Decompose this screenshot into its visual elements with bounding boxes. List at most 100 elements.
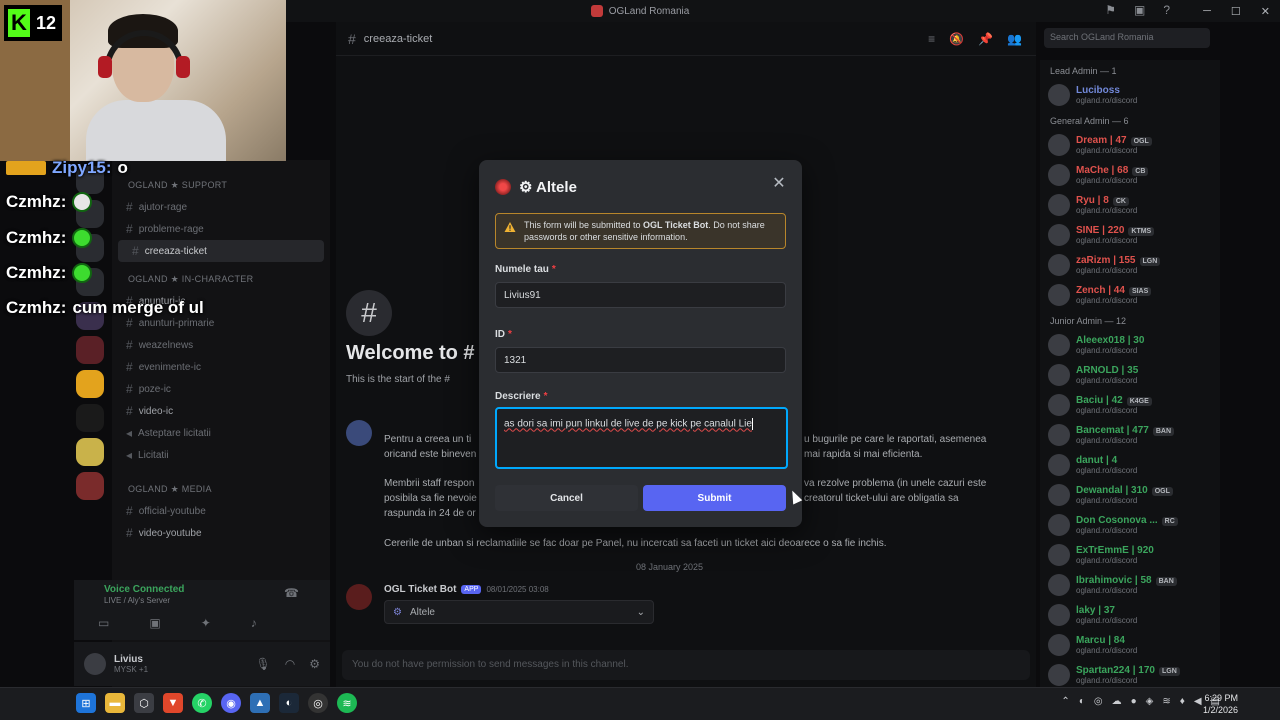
member-row[interactable]: zaRizm | 155 LGN ogland.ro/discord [1040,250,1220,280]
steam-tray-icon[interactable]: ◐ [1079,696,1085,707]
member-name-text: Ryu | 8 [1076,195,1109,206]
member-row[interactable]: Luciboss ogland.ro/discord [1040,80,1220,110]
channel-probleme-rage[interactable]: # probleme-rage [112,218,330,240]
submit-button[interactable]: Submit [643,485,786,511]
member-name: ARNOLD | 35 [1076,365,1138,376]
member-name-text: Aleeex018 | 30 [1076,335,1145,346]
member-row[interactable]: Marcu | 84 ogland.ro/discord [1040,630,1220,660]
app-icon[interactable]: ⬡ [134,693,154,713]
pin-icon[interactable]: 📌 [978,32,993,46]
member-row[interactable]: Ryu | 8 CK ogland.ro/discord [1040,190,1220,220]
hash-icon: # [126,504,133,518]
description-textarea[interactable]: as dori sa imi pun linkul de live de pe … [495,407,788,469]
member-status: ogland.ro/discord [1076,646,1138,655]
category-media[interactable]: OGLAND ★ MEDIA [112,480,330,500]
help-icon[interactable]: ? [1163,3,1170,17]
member-row[interactable]: Don Cosonova ... RC ogland.ro/discord [1040,510,1220,540]
maximize-button[interactable]: ☐ [1231,5,1241,18]
volume-icon[interactable]: ◀ [1194,696,1202,707]
member-status: ogland.ro/discord [1076,556,1138,565]
microphone-icon[interactable]: ♦ [1180,696,1185,707]
member-row[interactable]: danut | 4 ogland.ro/discord [1040,450,1220,480]
server-icon[interactable] [76,404,104,432]
close-icon[interactable]: ✕ [768,172,790,194]
screen-share-icon[interactable]: ▣ [149,616,160,630]
file-explorer-icon[interactable]: ▬ [105,693,125,713]
activities-icon[interactable]: ✦ [201,616,211,630]
member-row[interactable]: Ibrahimovic | 58 BAN ogland.ro/discord [1040,570,1220,600]
member-row[interactable]: Spartan224 | 170 LGN ogland.ro/discord [1040,660,1220,690]
member-row[interactable]: Aleeex018 | 30 ogland.ro/discord [1040,330,1220,360]
members-icon[interactable]: 👥 [1007,32,1022,46]
shield-icon[interactable]: ◈ [1146,696,1154,707]
server-icon[interactable] [76,370,104,398]
member-tag-badge: BAN [1155,577,1177,586]
whatsapp-icon[interactable]: ✆ [192,693,212,713]
member-row[interactable]: Dream | 47 OGL ogland.ro/discord [1040,130,1220,160]
wifi-icon[interactable]: ≋ [1162,696,1170,707]
name-field[interactable]: Livius91 [495,282,786,308]
inbox-icon[interactable]: ▣ [1134,3,1145,17]
member-row[interactable]: Zench | 44 SIAS ogland.ro/discord [1040,280,1220,310]
id-field[interactable]: 1321 [495,347,786,373]
member-row[interactable]: SINE | 220 KTMS ogland.ro/discord [1040,220,1220,250]
member-row[interactable]: ExTrEmmE | 920 ogland.ro/discord [1040,540,1220,570]
photos-icon[interactable]: ▲ [250,693,270,713]
flag-icon[interactable]: ⚑ [1105,3,1116,17]
channel-weazelnews[interactable]: # weazelnews [112,334,330,356]
channel-video-youtube[interactable]: # video-youtube [112,522,330,544]
chevron-up-icon[interactable]: ⌃ [1061,696,1069,707]
minimize-button[interactable]: ─ [1203,5,1211,17]
disconnect-icon[interactable]: ☎ [284,586,299,600]
channel-evenimente-ic[interactable]: # evenimente-ic [112,356,330,378]
message-composer[interactable]: You do not have permission to send messa… [342,650,1030,680]
channel-licitatii[interactable]: ◂ Licitatii [112,444,330,466]
app-tray-icon[interactable]: ◎ [1094,696,1103,707]
gear-icon: ⚙ [393,606,402,618]
channel-poze-ic[interactable]: # poze-ic [112,378,330,400]
search-input[interactable]: Search OGLand Romania [1044,28,1210,48]
avatar[interactable] [346,420,372,446]
microphone-icon[interactable]: 🎙 [256,657,271,671]
launcher-icon[interactable]: ◎ [308,693,328,713]
cancel-button[interactable]: Cancel [495,485,638,511]
channel-asteptare-licitatii[interactable]: ◂ Asteptare licitatii [112,422,330,444]
bot-avatar[interactable] [346,584,372,610]
channel-video-ic[interactable]: # video-ic [112,400,330,422]
steam-icon[interactable]: ◐ [279,693,299,713]
member-row[interactable]: ARNOLD | 35 ogland.ro/discord [1040,360,1220,390]
cloud-tray-icon[interactable]: ☁ [1112,696,1122,707]
channel-ajutor-rage[interactable]: # ajutor-rage [112,196,330,218]
member-row[interactable]: Baciu | 42 K4GE ogland.ro/discord [1040,390,1220,420]
camera-icon[interactable]: ▭ [98,616,109,630]
channel-header: # creeaza-ticket ≡ 🔕 📌 👥 [336,22,1036,56]
vpn-tray-icon[interactable]: ● [1131,696,1137,707]
mute-icon[interactable]: 🔕 [949,32,964,46]
bot-name[interactable]: OGL Ticket Bot [384,584,456,595]
member-row[interactable]: Dewandal | 310 OGL ogland.ro/discord [1040,480,1220,510]
avatar[interactable] [84,653,106,675]
brave-icon[interactable]: ▼ [163,693,183,713]
windows-taskbar: ⊞ ▬ ⬡ ▼ ✆ ◉ ▲ ◐ ◎ ≋ ⌃ ◐ ◎ ☁ ● ◈ ≋ ♦ ◀ ▤ … [0,687,1280,720]
hash-icon: # [126,382,133,396]
ticket-select-dropdown[interactable]: ⚙ Altele ⌄ [384,600,654,624]
server-icon[interactable] [76,472,104,500]
channel-creeaza-ticket[interactable]: # creeaza-ticket [118,240,324,262]
system-clock[interactable]: 6:29 PM 1/2/2026 [1203,692,1238,716]
close-window-button[interactable]: ✕ [1261,5,1270,18]
server-icon[interactable] [76,438,104,466]
server-icon[interactable] [76,336,104,364]
category-in-character[interactable]: OGLAND ★ IN-CHARACTER [112,270,330,290]
soundboard-icon[interactable]: ♪ [251,616,257,630]
member-row[interactable]: MaChe | 68 CB ogland.ro/discord [1040,160,1220,190]
start-icon[interactable]: ⊞ [76,693,96,713]
spotify-icon[interactable]: ≋ [337,693,357,713]
gear-icon[interactable]: ⚙ [309,657,320,671]
member-row[interactable]: laky | 37 ogland.ro/discord [1040,600,1220,630]
channel-official-youtube[interactable]: # official-youtube [112,500,330,522]
threads-icon[interactable]: ≡ [928,32,935,46]
discord-icon[interactable]: ◉ [221,693,241,713]
member-row[interactable]: Bancemat | 477 BAN ogland.ro/discord [1040,420,1220,450]
headphones-icon[interactable]: ◠ [285,657,295,671]
category-support[interactable]: OGLAND ★ SUPPORT [112,176,330,196]
